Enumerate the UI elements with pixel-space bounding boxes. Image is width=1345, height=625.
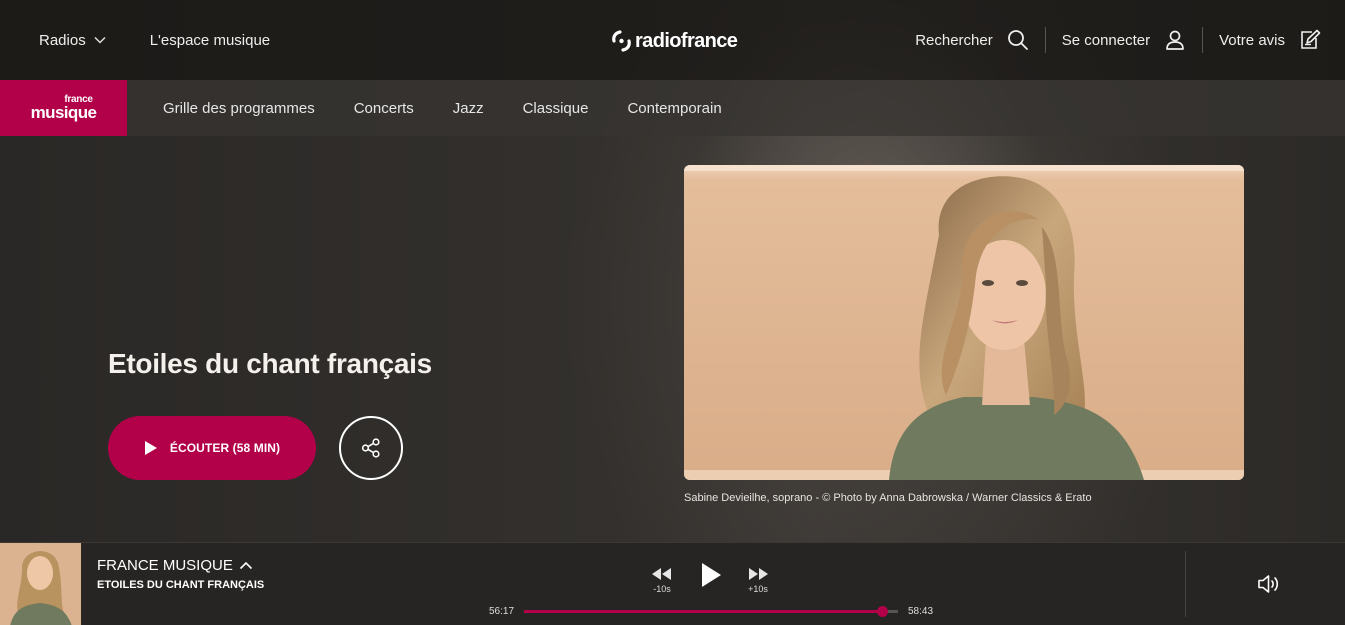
player-show-title: ETOILES DU CHANT FRANÇAIS xyxy=(97,579,265,591)
divider xyxy=(1185,551,1186,617)
user-icon xyxy=(1166,30,1184,50)
radiofrance-logo[interactable]: radiofrance xyxy=(611,29,738,53)
progress-handle[interactable] xyxy=(877,606,889,617)
nav-item-jazz[interactable]: Jazz xyxy=(453,100,484,117)
share-icon xyxy=(361,438,380,458)
top-left-nav: Radios L'espace musique xyxy=(0,32,270,49)
radios-label: Radios xyxy=(39,31,86,49)
player-station-name: FRANCE MUSIQUE xyxy=(97,557,233,574)
forward-label: +10s xyxy=(748,584,768,594)
play-icon xyxy=(702,563,721,587)
share-button[interactable] xyxy=(339,416,403,480)
login-label: Se connecter xyxy=(1061,31,1151,49)
total-duration: 58:43 xyxy=(908,606,934,617)
page-title: Etoiles du chant français xyxy=(108,348,432,379)
station-nav-items: Grille des programmes Concerts Jazz Clas… xyxy=(163,100,722,117)
player-thumbnail[interactable] xyxy=(0,543,81,625)
edit-icon xyxy=(1301,29,1321,49)
audio-player: FRANCE MUSIQUE ETOILES DU CHANT FRANÇAIS… xyxy=(0,542,1345,625)
radiofrance-mark-icon xyxy=(612,30,631,52)
volume-icon xyxy=(1258,575,1279,593)
nav-item-grille[interactable]: Grille des programmes xyxy=(163,100,315,117)
listen-button[interactable]: ÉCOUTER (58 MIN) xyxy=(108,416,316,480)
player-thumbnail-image xyxy=(0,543,81,625)
photo-caption: Sabine Devieilhe, soprano - © Photo by A… xyxy=(684,492,1092,504)
espace-musique-link[interactable]: L'espace musique xyxy=(150,32,270,49)
login-button[interactable]: Se connecter xyxy=(1046,27,1202,53)
progress-fill xyxy=(524,610,883,613)
rewind-button[interactable]: -10s xyxy=(651,567,673,594)
portrait-illustration xyxy=(684,165,1244,480)
listen-button-label: ÉCOUTER (58 MIN) xyxy=(169,441,281,455)
radiofrance-logo-text: radiofrance xyxy=(635,29,738,52)
chevron-down-icon xyxy=(94,36,106,44)
top-right-nav: Rechercher Se connecter Votre avis xyxy=(899,0,1345,80)
episode-photo xyxy=(684,165,1244,480)
rewind-icon xyxy=(652,568,671,580)
top-header: Radios L'espace musique radiofrance Rech… xyxy=(0,0,1345,80)
chevron-up-icon xyxy=(239,561,252,570)
feedback-label: Votre avis xyxy=(1219,31,1285,49)
elapsed-time: 56:17 xyxy=(489,606,515,617)
nav-item-classique[interactable]: Classique xyxy=(523,100,589,117)
feedback-button[interactable]: Votre avis xyxy=(1203,27,1345,53)
rewind-label: -10s xyxy=(653,584,671,594)
france-musique-logo[interactable]: france musique xyxy=(0,80,127,136)
station-nav: france musique Grille des programmes Con… xyxy=(0,80,1345,136)
espace-musique-label: L'espace musique xyxy=(149,31,271,49)
search-button[interactable]: Rechercher xyxy=(899,27,1045,53)
fast-forward-icon xyxy=(749,568,768,580)
player-station-toggle[interactable]: FRANCE MUSIQUE xyxy=(97,557,253,574)
play-icon xyxy=(144,441,157,455)
forward-button[interactable]: +10s xyxy=(747,567,769,594)
volume-button[interactable] xyxy=(1257,573,1281,600)
radios-dropdown[interactable]: Radios xyxy=(39,32,106,49)
nav-item-contemporain[interactable]: Contemporain xyxy=(627,100,721,117)
search-label: Rechercher xyxy=(915,31,993,49)
progress-bar[interactable] xyxy=(524,606,898,617)
nav-item-concerts[interactable]: Concerts xyxy=(354,100,414,117)
play-pause-button[interactable] xyxy=(700,562,722,588)
search-icon xyxy=(1007,30,1028,50)
france-musique-logo-big: musique xyxy=(30,103,97,122)
